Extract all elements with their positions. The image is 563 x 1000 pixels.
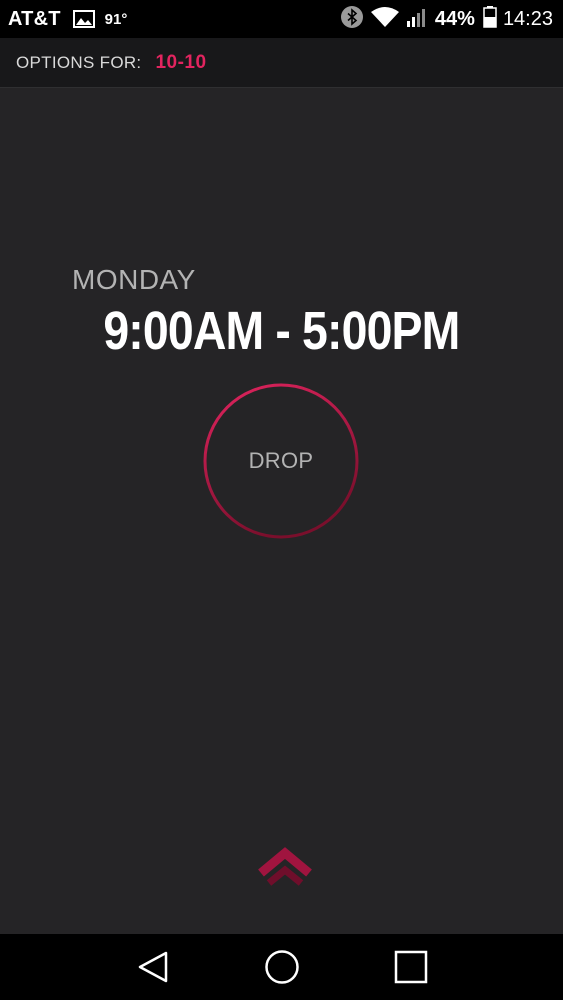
recents-button[interactable] bbox=[381, 937, 441, 997]
drop-button[interactable]: DROP bbox=[203, 383, 359, 539]
battery-percent: 44% bbox=[434, 7, 475, 30]
battery-icon bbox=[483, 6, 497, 32]
swipe-up-button[interactable] bbox=[255, 843, 315, 893]
back-button[interactable] bbox=[123, 937, 183, 997]
shift-day: MONDAY bbox=[72, 264, 196, 295]
wifi-icon bbox=[370, 7, 399, 31]
temperature: 91° bbox=[104, 10, 128, 28]
gallery-icon bbox=[72, 10, 95, 28]
status-bar: AT&T 91° 44% 14:23 bbox=[0, 0, 563, 38]
back-icon bbox=[138, 951, 167, 983]
double-chevron-up-icon bbox=[258, 847, 312, 886]
navigation-bar bbox=[0, 934, 563, 1000]
home-button[interactable] bbox=[252, 937, 312, 997]
drop-label: DROP bbox=[248, 448, 314, 473]
shift-time-range: 9:00AM - 5:00PM bbox=[103, 301, 460, 361]
options-shift-id: 10-10 bbox=[155, 51, 207, 73]
options-header: OPTIONS FOR: 10-10 bbox=[0, 38, 563, 88]
clock: 14:23 bbox=[502, 7, 553, 30]
signal-icon bbox=[406, 6, 429, 32]
app-screen: AT&T 91° 44% 14:23 OPTIONS FOR: 10-10 MO… bbox=[0, 0, 563, 1000]
bluetooth-icon bbox=[340, 6, 363, 32]
options-label: OPTIONS FOR: bbox=[16, 52, 142, 72]
recents-icon bbox=[394, 950, 427, 984]
carrier-name: AT&T bbox=[8, 7, 61, 30]
home-icon bbox=[264, 950, 299, 984]
